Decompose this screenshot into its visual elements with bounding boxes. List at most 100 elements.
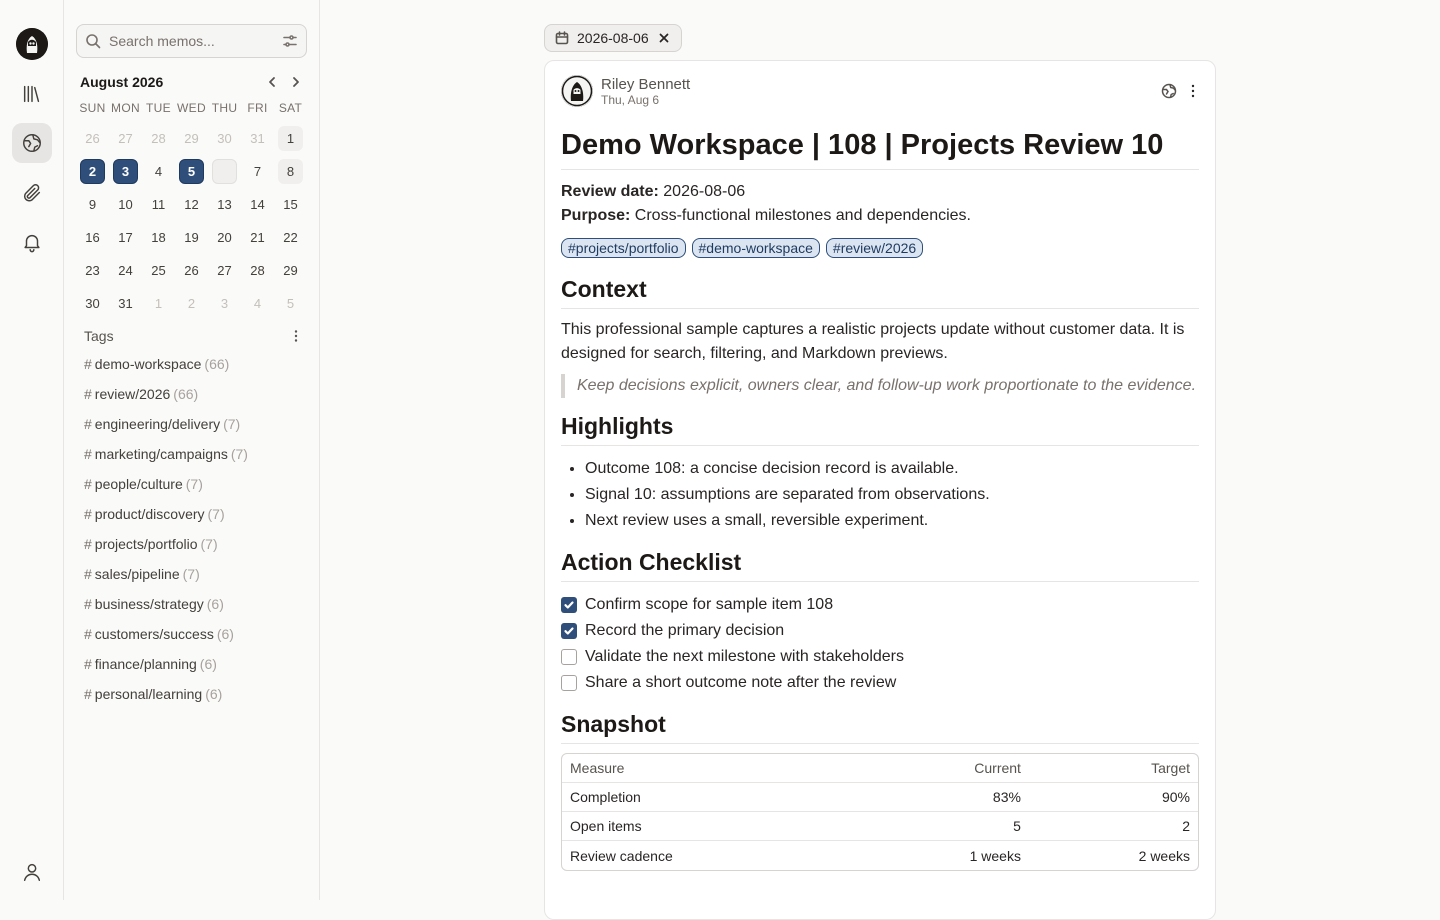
tag-item[interactable]: # review/2026 (66) (84, 379, 248, 409)
calendar-day[interactable]: 23 (76, 254, 109, 287)
date-filter-chip[interactable]: 2026-08-06 (544, 24, 682, 52)
snapshot-table: Measure Current Target Completion 83% 90% Ope… (561, 753, 1199, 871)
tag-item[interactable]: # personal/learning (6) (84, 679, 248, 709)
calendar-day[interactable]: 17 (109, 221, 142, 254)
calendar-day[interactable]: 31 (241, 122, 274, 155)
tags-more-button[interactable] (288, 326, 304, 346)
tag-name: sales/pipeline (94, 566, 180, 582)
filter-settings-icon[interactable] (282, 33, 298, 49)
calendar-day[interactable]: 20 (208, 221, 241, 254)
checkbox-checked[interactable] (561, 597, 577, 613)
tag-name: business/strategy (94, 596, 204, 612)
calendar-day[interactable]: 8 (274, 155, 307, 188)
calendar-day[interactable]: 25 (142, 254, 175, 287)
tag-item[interactable]: # finance/planning (6) (84, 649, 248, 679)
table-body: Completion 83% 90% Open items 5 2 Review caden… (562, 783, 1198, 870)
table-cell: Completion (562, 783, 860, 812)
visibility-button[interactable] (1161, 83, 1177, 99)
calendar-day[interactable]: 14 (241, 188, 274, 221)
tag-item[interactable]: # product/discovery (7) (84, 499, 248, 529)
avatar[interactable] (561, 75, 593, 107)
calendar-day[interactable]: 3 (208, 287, 241, 320)
library-nav[interactable] (12, 74, 52, 114)
globe-icon (23, 134, 41, 152)
calendar-day[interactable]: 31 (109, 287, 142, 320)
calendar-day[interactable]: 28 (241, 254, 274, 287)
calendar-day[interactable]: 2 (175, 287, 208, 320)
memo-more-button[interactable] (1185, 83, 1201, 99)
calendar-day[interactable]: 28 (142, 122, 175, 155)
table-cell: 1 weeks (969, 847, 1021, 864)
calendar-day[interactable]: 12 (175, 188, 208, 221)
calendar-day[interactable]: 2 (76, 155, 109, 188)
search-box (76, 24, 307, 58)
list-item: Next review uses a small, reversible exp… (585, 508, 1199, 534)
memo-tag-link[interactable]: #projects/portfolio (561, 238, 686, 258)
tag-item[interactable]: # business/strategy (6) (84, 589, 248, 619)
calendar-day[interactable] (208, 155, 241, 188)
hash-icon: # (84, 506, 92, 522)
calendar-day[interactable]: 1 (142, 287, 175, 320)
attachments-nav[interactable] (12, 173, 52, 213)
notifications-nav[interactable] (12, 222, 52, 262)
app-logo[interactable] (16, 28, 48, 60)
calendar-day[interactable]: 3 (109, 155, 142, 188)
calendar-day[interactable]: 27 (109, 122, 142, 155)
calendar-day[interactable]: 7 (241, 155, 274, 188)
memo-tag-link[interactable]: #demo-workspace (691, 238, 820, 258)
explore-nav[interactable] (12, 123, 52, 163)
calendar-day[interactable]: 5 (175, 155, 208, 188)
tag-count: (6) (216, 626, 234, 642)
calendar-day[interactable]: 13 (208, 188, 241, 221)
next-month-button[interactable] (288, 74, 304, 90)
tag-item[interactable]: # customers/success (6) (84, 619, 248, 649)
calendar-day-number: 9 (88, 197, 97, 212)
tag-item[interactable]: # people/culture (7) (84, 469, 248, 499)
tag-item[interactable]: # marketing/campaigns (7) (84, 439, 248, 469)
tag-list: # demo-workspace (66) # review/2026 (66) # engi… (84, 349, 248, 709)
calendar-day[interactable]: 29 (274, 254, 307, 287)
calendar-day[interactable]: 15 (274, 188, 307, 221)
tag-item[interactable]: # projects/portfolio (7) (84, 529, 248, 559)
checkbox-unchecked[interactable] (561, 675, 577, 691)
calendar-day[interactable]: 19 (175, 221, 208, 254)
memo-tag-link[interactable]: #review/2026 (825, 238, 924, 258)
calendar-day[interactable]: 10 (109, 188, 142, 221)
calendar-day[interactable]: 11 (142, 188, 175, 221)
user-icon (23, 863, 41, 881)
close-icon[interactable] (657, 31, 671, 45)
calendar-day[interactable]: 16 (76, 221, 109, 254)
calendar-day[interactable]: 4 (241, 287, 274, 320)
checkbox-unchecked[interactable] (561, 649, 577, 665)
tag-name: projects/portfolio (94, 536, 198, 552)
calendar-day[interactable]: 18 (142, 221, 175, 254)
calendar-day[interactable]: 22 (274, 221, 307, 254)
calendar-day[interactable]: 26 (76, 122, 109, 155)
tag-item[interactable]: # engineering/delivery (7) (84, 409, 248, 439)
calendar-day[interactable]: 29 (175, 122, 208, 155)
calendar-day[interactable]: 30 (208, 122, 241, 155)
review-date-value: 2026-08-06 (663, 183, 746, 200)
memo-author[interactable]: Riley Bennett (601, 76, 690, 93)
calendar-day[interactable]: 4 (142, 155, 175, 188)
weekday-label: THU (211, 101, 238, 115)
calendar-day[interactable]: 24 (109, 254, 142, 287)
tag-count: (7) (223, 416, 241, 432)
calendar-day[interactable]: 30 (76, 287, 109, 320)
calendar-day[interactable]: 1 (274, 122, 307, 155)
calendar-day[interactable]: 9 (76, 188, 109, 221)
calendar-day[interactable]: 27 (208, 254, 241, 287)
tags-header: Tags (84, 326, 304, 346)
profile-nav[interactable] (12, 852, 52, 892)
tag-item[interactable]: # sales/pipeline (7) (84, 559, 248, 589)
prev-month-button[interactable] (264, 74, 280, 90)
calendar-day[interactable]: 21 (241, 221, 274, 254)
calendar-day[interactable]: 5 (274, 287, 307, 320)
search-input[interactable] (109, 33, 269, 49)
calendar-day[interactable]: 26 (175, 254, 208, 287)
table-header-cell: Target (1028, 754, 1198, 783)
bell-icon (24, 234, 40, 253)
checkbox-checked[interactable] (561, 623, 577, 639)
calendar-day-number: 23 (85, 263, 100, 278)
tag-item[interactable]: # demo-workspace (66) (84, 349, 248, 379)
